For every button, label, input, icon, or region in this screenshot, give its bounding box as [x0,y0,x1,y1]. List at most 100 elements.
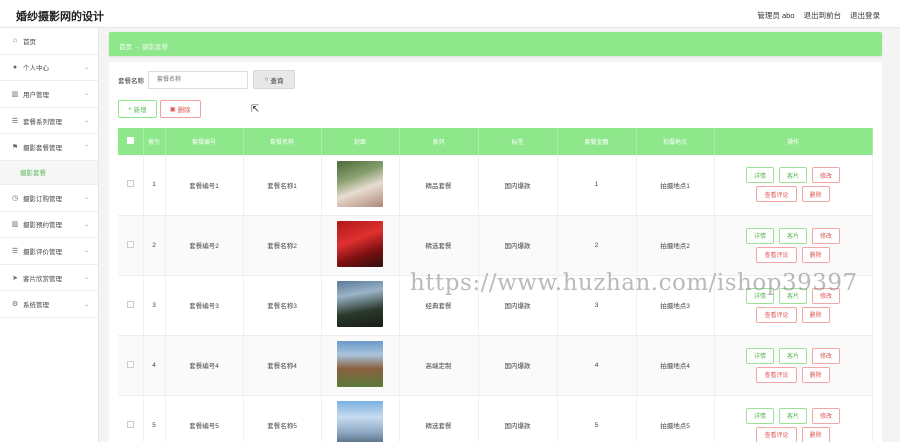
detail-button[interactable]: 详情 [745,407,774,424]
sidebar-item-label: 摄影订购管理 [23,195,62,203]
cell-cover [321,395,400,442]
breadcrumb-current: 摄影套餐 [142,44,169,51]
cover-image [337,401,383,442]
sidebar-item-profile[interactable]: ● 个人中心 ⌄ [0,55,98,82]
sidebar-item-label: 套餐系列管理 [23,118,62,126]
add-button[interactable]: + 新增 [118,100,157,118]
back-to-front-link[interactable]: 退出到前台 [804,10,842,21]
column-header[interactable]: 拍摄地点 [636,128,715,155]
breadcrumb-home[interactable]: 首页 [119,44,132,51]
sidebar-item-label: 首页 [23,38,36,46]
sidebar-item-system[interactable]: ⚙ 系统管理 ⌄ [0,291,98,318]
cell-code: 套餐编号1 [165,155,244,216]
photos-button[interactable]: 客片 [778,227,807,244]
sidebar-item-label: 个人中心 [23,65,49,73]
table-row: 2 套餐编号2 套餐名称2 精选套餐 国内爆款 2 拍摄地点2 详情 客片 修改… [118,215,873,276]
search-input[interactable] [148,70,248,89]
row-delete-button[interactable]: 删除 [801,366,830,383]
search-button[interactable]: ○ 查询 [253,70,295,89]
cell-cover [321,155,400,216]
cell-tag: 国内爆款 [478,395,558,442]
select-all-checkbox[interactable] [118,128,144,155]
delete-button[interactable]: ▣ 删除 [159,100,201,118]
cell-cover [321,275,400,336]
cell-name: 套餐名称4 [243,335,322,396]
column-header[interactable]: 套餐名称 [243,128,322,155]
row-delete-button[interactable]: 删除 [801,306,830,323]
chevron-down-icon: ⌄ [83,301,89,308]
sidebar-item-reviews[interactable]: ☰ 摄影评价管理 ⌄ [0,238,98,265]
cover-image [337,160,383,207]
list-panel: 套餐名称 ○ 查询 + 新增 ▣ 删除 ⇱ 索引 套餐编号 套餐名称 封面 [109,62,882,442]
cell-index: 2 [143,215,166,276]
row-delete-button[interactable]: 删除 [801,186,830,203]
photos-button[interactable]: 客片 [778,347,807,364]
row-delete-button[interactable]: 删除 [801,246,830,263]
clock-icon: ◷ [11,194,19,202]
trash-icon: ▣ [169,106,178,113]
sidebar-item-packages[interactable]: ⚑ 摄影套餐管理 ⌃ [0,134,98,161]
admin-label: 管理员 abo [757,11,795,20]
row-checkbox[interactable] [118,215,144,276]
photos-button[interactable]: 客片 [778,407,807,424]
edit-button[interactable]: 修改 [812,167,841,184]
cell-code: 套餐编号5 [165,395,244,442]
sidebar-subitem-packages[interactable]: 摄影套餐 [0,160,98,185]
chevron-down-icon: ⌄ [83,221,89,228]
edit-button[interactable]: 修改 [812,227,841,244]
view-reviews-button[interactable]: 查看评论 [756,306,797,323]
sidebar-item-gallery[interactable]: ➤ 客片欣赏管理 ⌄ [0,265,98,292]
row-checkbox[interactable] [118,155,144,216]
user-icon: ● [12,63,18,71]
cover-image [337,341,383,387]
view-reviews-button[interactable]: 查看评论 [756,366,797,383]
logout-link[interactable]: 退出登录 [850,10,880,21]
view-reviews-button[interactable]: 查看评论 [756,246,797,263]
column-header[interactable]: 套餐金额 [557,128,637,155]
search-button-label: 查询 [270,77,284,85]
row-checkbox[interactable] [118,335,144,396]
row-delete-button[interactable]: 删除 [801,426,830,442]
column-header: 封面 [321,128,400,155]
cell-location: 拍摄地点4 [636,335,715,396]
home-icon: ⌂ [12,37,18,45]
sidebar-item-users[interactable]: ▥ 用户管理 ⌄ [0,81,98,108]
flag-icon: ⚑ [11,144,19,152]
edit-button[interactable]: 修改 [812,347,841,364]
detail-button[interactable]: 详情 [745,167,774,184]
send-icon: ➤ [12,274,18,282]
sidebar-item-appointments[interactable]: ▥ 摄影预约管理 ⌄ [0,212,98,239]
add-button-label: 新增 [133,107,147,114]
sidebar-item-home[interactable]: ⌂ 首页 [0,28,98,55]
sidebar-item-series[interactable]: ☰ 套餐系列管理 ⌄ [0,108,98,135]
sidebar-item-label: 摄影预约管理 [23,222,62,230]
breadcrumb-separator: → [133,44,141,51]
delete-button-label: 删除 [177,107,191,114]
row-checkbox[interactable] [118,395,144,442]
sidebar-item-label: 系统管理 [23,302,49,310]
table-row: 4 套餐编号4 套餐名称4 高端定制 国内爆款 4 拍摄地点4 详情 客片 修改… [118,335,873,396]
cell-series: 高端定制 [399,335,479,396]
sidebar-item-orders[interactable]: ◷ 摄影订购管理 ⌄ [0,185,98,212]
cell-name: 套餐名称1 [243,155,322,216]
sidebar-item-label: 摄影套餐管理 [23,145,62,153]
view-reviews-button[interactable]: 查看评论 [756,426,797,442]
chevron-down-icon: ⌄ [83,64,89,71]
detail-button[interactable]: 详情 [745,227,774,244]
sidebar-item-label: 用户管理 [23,91,49,99]
column-header[interactable]: 系列 [399,128,479,155]
cell-amount: 4 [557,335,637,396]
chevron-up-icon: ⌃ [83,144,89,151]
view-reviews-button[interactable]: 查看评论 [756,186,797,203]
column-header[interactable]: 套餐编号 [165,128,244,155]
cell-tag: 国内爆款 [478,215,558,276]
chevron-down-icon: ⌄ [83,275,89,282]
edit-button[interactable]: 修改 [812,407,841,424]
breadcrumb: 首页 → 摄影套餐 [109,32,882,56]
cell-index: 1 [143,155,166,216]
row-checkbox[interactable] [118,275,144,336]
detail-button[interactable]: 详情 [745,347,774,364]
photos-button[interactable]: 客片 [778,167,807,184]
app-title: 婚纱摄影网的设计 [16,11,104,23]
cell-tag: 国内爆款 [478,155,558,216]
